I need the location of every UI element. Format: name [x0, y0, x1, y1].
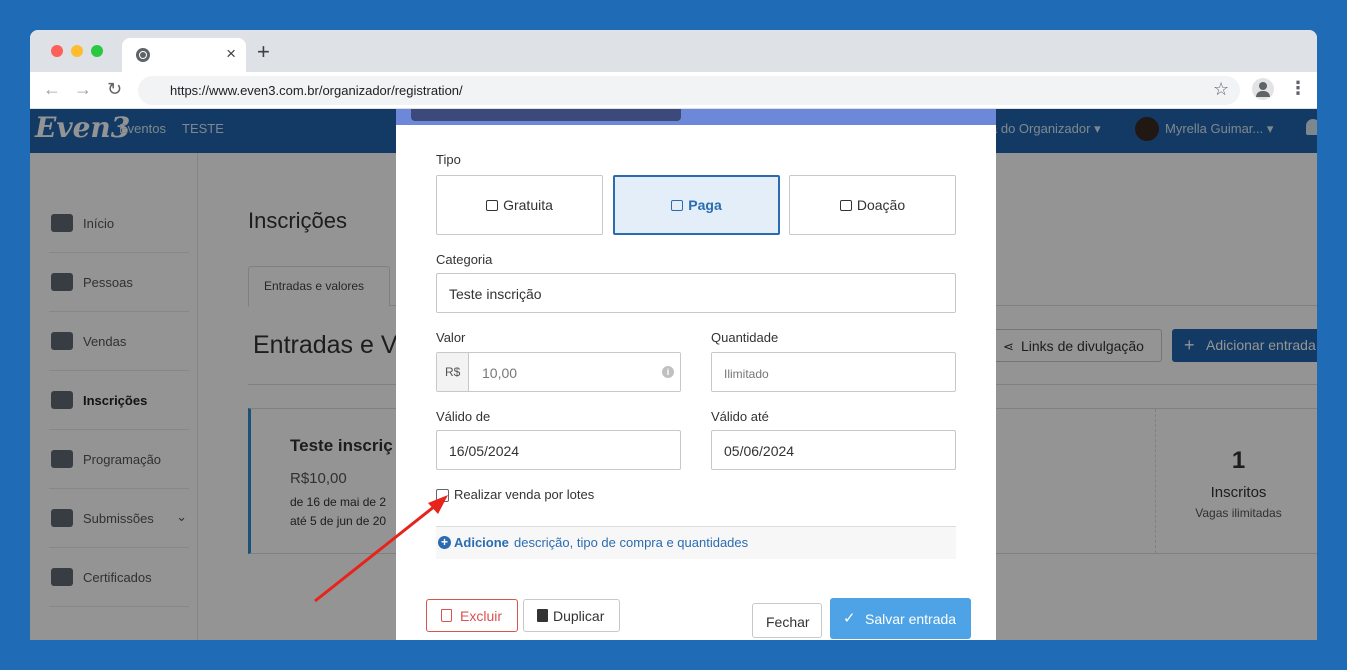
kebab-menu-icon[interactable]: ⋮: [1289, 78, 1307, 98]
currency-symbol: R$: [445, 365, 461, 379]
info-icon[interactable]: i: [662, 366, 674, 378]
forward-icon[interactable]: →: [74, 79, 92, 99]
currency-addon: R$: [437, 353, 469, 391]
modal-header-tab: [411, 109, 681, 121]
valido-de-input[interactable]: 16/05/2024: [436, 430, 681, 470]
trash-icon: [441, 609, 452, 622]
type-label: Doação: [856, 197, 906, 213]
categoria-value: Teste inscrição: [449, 286, 542, 302]
gift-icon: [839, 200, 852, 211]
copy-icon: [537, 609, 548, 622]
valor-label: Valor: [436, 330, 466, 345]
check-icon: ✓: [843, 610, 856, 627]
profile-icon[interactable]: [1252, 78, 1274, 100]
edit-entry-modal: Tipo Gratuita Paga Doação Categoria Test…: [396, 109, 996, 640]
plus-circle-icon: +: [438, 536, 451, 549]
lotes-checkbox[interactable]: [436, 489, 449, 502]
type-gratuita-button[interactable]: Gratuita: [436, 175, 603, 235]
chrome-icon: [136, 48, 150, 62]
type-label: Gratuita: [503, 197, 553, 213]
type-doacao-button[interactable]: Doação: [789, 175, 956, 235]
quantidade-placeholder: Ilimitado: [724, 367, 769, 381]
categoria-label: Categoria: [436, 252, 493, 267]
type-paga-button[interactable]: Paga: [613, 175, 780, 235]
bookmark-star-icon[interactable]: ☆: [1213, 79, 1229, 99]
close-label: Fechar: [766, 614, 810, 630]
browser-tab[interactable]: ×: [122, 38, 246, 72]
ticket-icon: [671, 200, 684, 211]
save-entry-button[interactable]: ✓ Salvar entrada: [830, 598, 971, 639]
url-text: https://www.even3.com.br/organizador/reg…: [170, 83, 463, 98]
address-bar[interactable]: https://www.even3.com.br/organizador/reg…: [138, 76, 1240, 105]
duplicate-label: Duplicar: [553, 608, 605, 624]
maximize-window-dot[interactable]: [91, 45, 103, 57]
valido-de-label: Válido de: [436, 409, 491, 424]
valido-ate-value: 05/06/2024: [724, 443, 795, 459]
minimize-window-dot[interactable]: [71, 45, 83, 57]
new-tab-button[interactable]: +: [257, 41, 270, 63]
valido-ate-label: Válido até: [711, 409, 769, 424]
valido-de-value: 16/05/2024: [449, 443, 520, 459]
browser-window: × + ← → ↻ https://www.even3.com.br/organ…: [30, 30, 1317, 640]
type-label: Paga: [688, 197, 722, 213]
add-description-strong: Adicione: [454, 535, 509, 550]
tipo-label: Tipo: [436, 152, 461, 167]
calendar-icon: [486, 200, 499, 211]
close-tab-icon[interactable]: ×: [226, 45, 236, 63]
modal-header-strip: [396, 109, 996, 125]
duplicate-button[interactable]: Duplicar: [523, 599, 620, 632]
tab-bar: × +: [30, 30, 1317, 72]
valor-input[interactable]: R$ 10,00 i: [436, 352, 681, 392]
add-description-text: descrição, tipo de compra e quantidades: [514, 535, 749, 550]
page-content: Even3 Eventos TESTE a do Organizador ▾ M…: [30, 109, 1317, 640]
valor-value: 10,00: [482, 365, 518, 381]
save-label: Salvar entrada: [865, 611, 957, 627]
delete-button[interactable]: Excluir: [426, 599, 518, 632]
close-window-dot[interactable]: [51, 45, 63, 57]
browser-toolbar: ← → ↻ https://www.even3.com.br/organizad…: [30, 72, 1317, 109]
add-description-link[interactable]: + Adicione descrição, tipo de compra e q…: [436, 527, 956, 559]
lotes-label[interactable]: Realizar venda por lotes: [454, 487, 594, 502]
reload-icon[interactable]: ↻: [107, 79, 122, 99]
quantidade-label: Quantidade: [711, 330, 779, 345]
back-icon[interactable]: ←: [43, 79, 61, 99]
close-button[interactable]: Fechar: [752, 603, 822, 638]
delete-label: Excluir: [460, 608, 503, 624]
categoria-input[interactable]: Teste inscrição: [436, 273, 956, 313]
quantidade-input[interactable]: Ilimitado: [711, 352, 956, 392]
valido-ate-input[interactable]: 05/06/2024: [711, 430, 956, 470]
